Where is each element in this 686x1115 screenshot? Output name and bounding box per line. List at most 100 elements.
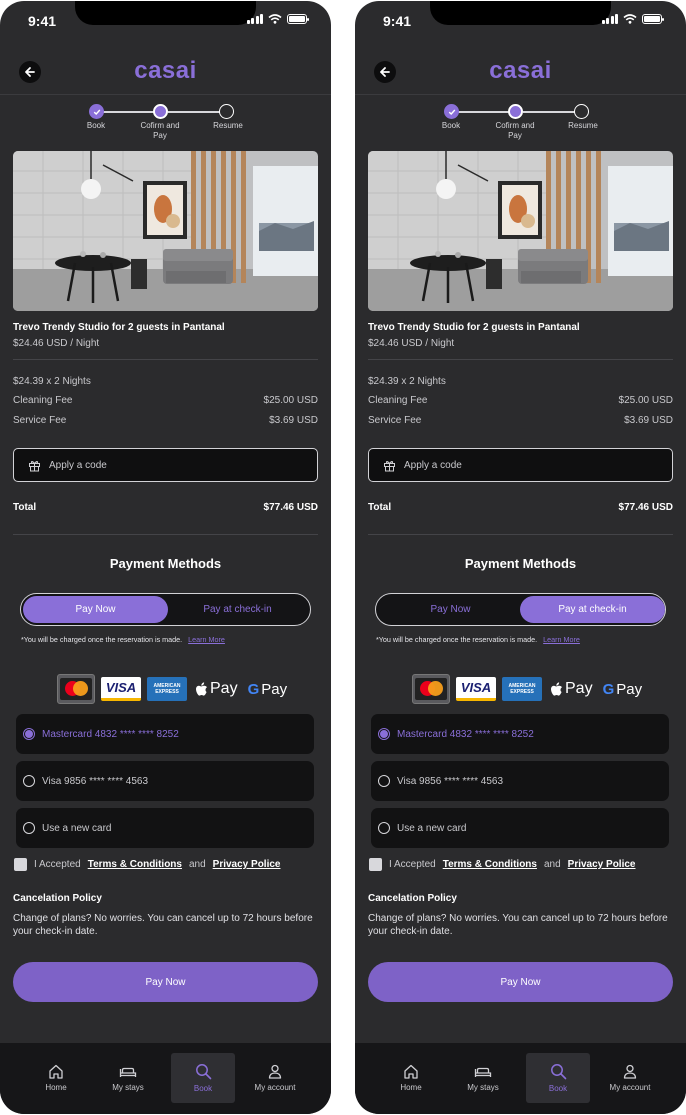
card-label: Use a new card	[42, 822, 112, 834]
card-label: Mastercard 4832 **** **** 8252	[397, 728, 534, 740]
step-book-check-icon	[444, 104, 459, 119]
home-icon	[404, 1064, 418, 1079]
search-icon	[195, 1064, 211, 1080]
radio[interactable]	[23, 822, 35, 834]
apple-icon	[551, 681, 562, 696]
saved-card-mastercard[interactable]: Mastercard 4832 **** **** 8252	[16, 714, 314, 754]
booking-stepper: Book Cofirm and Pay Resume	[355, 103, 686, 143]
status-icons	[601, 14, 664, 24]
radio[interactable]	[23, 775, 35, 787]
amex-logo: AMERICAN EXPRESS	[502, 677, 542, 701]
listing-photo	[13, 151, 318, 311]
learn-more-link[interactable]: Learn More	[543, 635, 580, 644]
cleaning-fee-row: Cleaning Fee $25.00 USD	[13, 395, 318, 406]
bottom-nav: Home My stays Book My account	[355, 1043, 686, 1114]
privacy-link[interactable]: Privacy Police	[213, 859, 281, 870]
divider	[13, 534, 318, 535]
step-label-confirm: Cofirm and Pay	[495, 121, 535, 140]
nav-my-stays[interactable]: My stays	[451, 1053, 515, 1103]
radio[interactable]	[378, 822, 390, 834]
saved-card-visa[interactable]: Visa 9856 **** **** 4563	[371, 761, 669, 801]
promo-code-input[interactable]: Apply a code	[13, 448, 318, 482]
listing-price-per-night: $24.46 USD / Night	[368, 338, 455, 349]
phone-screen-pay-now: 9:41 casai Book Cofirm and Pay Resume Tr…	[0, 1, 331, 1114]
nav-my-stays[interactable]: My stays	[96, 1053, 160, 1103]
mastercard-logo	[412, 674, 450, 704]
divider	[13, 359, 318, 360]
terms-checkbox[interactable]	[369, 858, 382, 871]
charge-note: *You will be charged once the reservatio…	[21, 635, 225, 644]
status-icons	[246, 14, 309, 24]
promo-code-input[interactable]: Apply a code	[368, 448, 673, 482]
cleaning-fee-label: Cleaning Fee	[13, 395, 73, 406]
radio-selected[interactable]	[378, 728, 390, 740]
radio[interactable]	[378, 775, 390, 787]
card-brand-logos: VISA AMERICAN EXPRESS Pay G Pay	[57, 674, 287, 704]
privacy-link[interactable]: Privacy Police	[568, 859, 636, 870]
saved-card-mastercard[interactable]: Mastercard 4832 **** **** 8252	[371, 714, 669, 754]
apple-pay-logo: Pay	[195, 680, 238, 698]
nav-my-account[interactable]: My account	[243, 1053, 307, 1103]
pay-at-checkin-option[interactable]: Pay at check-in	[165, 596, 310, 623]
payment-methods-title: Payment Methods	[109, 556, 222, 571]
step-line	[168, 111, 220, 113]
step-confirm-dot	[153, 104, 168, 119]
header-divider	[355, 94, 686, 95]
card-label: Visa 9856 **** **** 4563	[397, 775, 504, 787]
apple-icon	[196, 681, 207, 696]
nav-book[interactable]: Book	[526, 1053, 590, 1103]
nights-row: $24.39 x 2 Nights	[13, 376, 318, 387]
listing-title: Trevo Trendy Studio for 2 guests in Pant…	[368, 322, 580, 333]
terms-link[interactable]: Terms & Conditions	[88, 859, 182, 870]
step-book-check-icon	[89, 104, 104, 119]
pay-now-option[interactable]: Pay Now	[23, 596, 168, 623]
google-pay-logo: G Pay	[602, 680, 643, 698]
pay-now-button[interactable]: Pay Now	[13, 962, 318, 1002]
step-line	[523, 111, 575, 113]
booking-stepper: Book Cofirm and Pay Resume	[0, 103, 331, 143]
divider	[368, 534, 673, 535]
step-label-confirm: Cofirm and Pay	[140, 121, 180, 140]
cancelation-text: Change of plans? No worries. You can can…	[13, 913, 313, 937]
terms-checkbox[interactable]	[14, 858, 27, 871]
cancelation-text: Change of plans? No worries. You can can…	[368, 913, 668, 937]
step-line	[103, 111, 157, 113]
google-pay-logo: G Pay	[247, 680, 288, 698]
listing-price-per-night: $24.46 USD / Night	[13, 338, 100, 349]
notch	[75, 1, 256, 25]
total-label: Total	[13, 502, 37, 513]
new-card-option[interactable]: Use a new card	[16, 808, 314, 848]
step-resume-dot	[219, 104, 234, 119]
promo-placeholder: Apply a code	[404, 459, 462, 471]
listing-title: Trevo Trendy Studio for 2 guests in Pant…	[13, 322, 225, 333]
divider	[368, 359, 673, 360]
new-card-option[interactable]: Use a new card	[371, 808, 669, 848]
charge-note: *You will be charged once the reservatio…	[376, 635, 580, 644]
bed-icon	[119, 1067, 137, 1077]
service-fee-value: $3.69 USD	[624, 415, 673, 426]
notch	[430, 1, 611, 25]
cleaning-fee-value: $25.00 USD	[618, 395, 673, 406]
pay-at-checkin-option[interactable]: Pay at check-in	[520, 596, 665, 623]
terms-link[interactable]: Terms & Conditions	[443, 859, 537, 870]
signal-icon	[601, 14, 618, 24]
nav-my-account[interactable]: My account	[598, 1053, 662, 1103]
amex-logo: AMERICAN EXPRESS	[147, 677, 187, 701]
nav-home[interactable]: Home	[379, 1053, 443, 1103]
nav-home[interactable]: Home	[24, 1053, 88, 1103]
saved-card-visa[interactable]: Visa 9856 **** **** 4563	[16, 761, 314, 801]
card-label: Use a new card	[397, 822, 467, 834]
status-time: 9:41	[28, 13, 57, 29]
service-fee-value: $3.69 USD	[269, 415, 318, 426]
learn-more-link[interactable]: Learn More	[188, 635, 225, 644]
payment-timing-toggle: Pay Now Pay at check-in	[375, 593, 666, 626]
radio-selected[interactable]	[23, 728, 35, 740]
step-label-resume: Resume	[213, 121, 243, 130]
pay-now-option[interactable]: Pay Now	[378, 596, 523, 623]
wifi-icon	[268, 14, 282, 24]
nav-book[interactable]: Book	[171, 1053, 235, 1103]
pay-now-button[interactable]: Pay Now	[368, 962, 673, 1002]
gift-icon	[384, 460, 395, 471]
user-icon	[268, 1064, 282, 1079]
wifi-icon	[623, 14, 637, 24]
